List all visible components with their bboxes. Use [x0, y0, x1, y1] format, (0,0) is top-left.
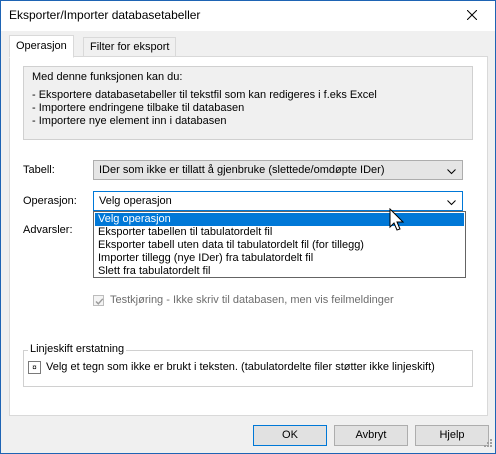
intro-heading: Med denne funksjonen kan du:: [32, 71, 183, 83]
operasjon-select[interactable]: Velg operasjon: [93, 191, 463, 211]
intro-line: - Importere endringene tilbake til datab…: [32, 102, 245, 114]
tabell-select-value: IDer som ikke er tillatt å gjenbruke (sl…: [99, 164, 385, 176]
ok-button[interactable]: OK: [253, 425, 327, 446]
operasjon-label: Operasjon:: [23, 195, 77, 207]
chevron-down-icon: [447, 166, 456, 178]
checkmark-icon: [95, 298, 104, 305]
mouse-pointer-icon: [389, 207, 405, 237]
testkjoring-label: Testkjøring - Ikke skriv til databasen, …: [110, 294, 394, 306]
intro-line: - Eksportere databasetabeller til tekstf…: [32, 89, 377, 101]
dropdown-option[interactable]: Importer tillegg (nye IDer) fra tabulato…: [95, 252, 464, 265]
linjeskift-hint: Velg et tegn som ikke er brukt i teksten…: [46, 361, 435, 373]
dropdown-option[interactable]: Slett fra tabulatordelt fil: [95, 265, 464, 278]
tab-operasjon[interactable]: Operasjon: [9, 35, 74, 58]
cancel-button[interactable]: Avbryt: [334, 425, 408, 446]
linjeskift-group: Linjeskift erstatning ¤ Velg et tegn som…: [23, 343, 473, 387]
intro-box: Med denne funksjonen kan du: - Eksporter…: [23, 66, 473, 140]
tab-filter-for-eksport[interactable]: Filter for eksport: [83, 37, 177, 57]
help-button[interactable]: Hjelp: [415, 425, 489, 446]
window-title: Eksporter/Importer databasetabeller: [9, 8, 201, 22]
close-icon: [466, 9, 478, 23]
operasjon-dropdown-list: Velg operasjon Eksporter tabellen til ta…: [93, 211, 466, 278]
operasjon-select-value: Velg operasjon: [99, 195, 172, 207]
intro-line: - Importere nye element inn i databasen: [32, 115, 227, 127]
dropdown-option[interactable]: Velg operasjon: [95, 213, 464, 226]
advarsler-label: Advarsler:: [23, 224, 73, 236]
dropdown-option[interactable]: Eksporter tabell uten data til tabulator…: [95, 239, 464, 252]
tabell-select[interactable]: IDer som ikke er tillatt å gjenbruke (sl…: [93, 160, 463, 180]
close-button[interactable]: [449, 1, 495, 31]
dropdown-option[interactable]: Eksporter tabellen til tabulatordelt fil: [95, 226, 464, 239]
linjeskift-char-input[interactable]: ¤: [28, 361, 41, 374]
linjeskift-title: Linjeskift erstatning: [28, 343, 127, 355]
dialog-window: Eksporter/Importer databasetabeller Oper…: [0, 0, 496, 454]
resize-grip-icon[interactable]: [483, 438, 493, 451]
tabell-label: Tabell:: [23, 164, 55, 176]
title-bar[interactable]: Eksporter/Importer databasetabeller: [1, 1, 495, 31]
tab-panel-operasjon: Med denne funksjonen kan du: - Eksporter…: [9, 56, 488, 416]
chevron-down-icon: [447, 197, 456, 209]
testkjoring-checkbox[interactable]: [93, 295, 104, 306]
